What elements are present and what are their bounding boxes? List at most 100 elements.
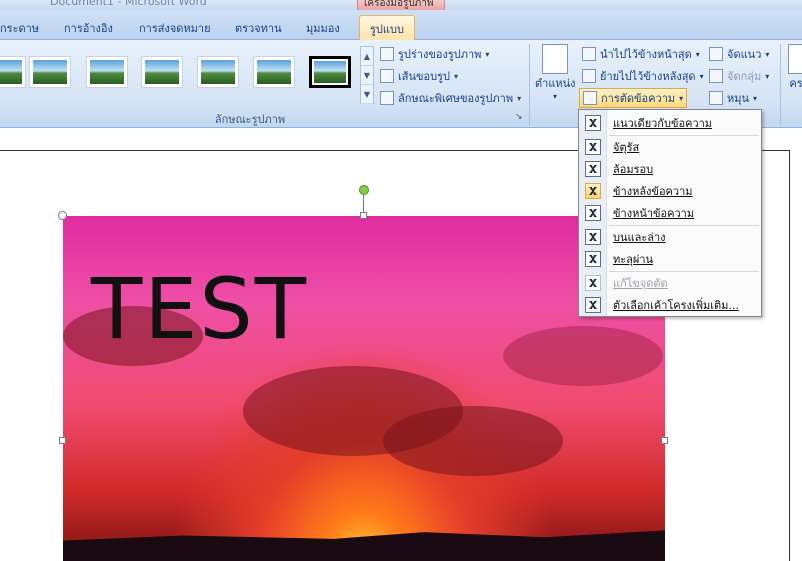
picture-effects-button[interactable]: ลักษณะพิเศษของรูปภาพ ▾ [380,88,521,108]
picture-style-thumb[interactable] [0,56,26,88]
menu-item-more-layout-options[interactable]: ตัวเลือกเค้าโครงเพิ่มเติม... [579,295,761,315]
chevron-down-icon: ▾ [679,93,684,103]
wrap-front-icon [585,205,601,221]
resize-handle-right[interactable] [661,437,668,444]
menu-separator [609,271,759,272]
scroll-up-icon[interactable]: ▲ [361,47,373,66]
image-text: TEST [91,260,309,358]
edit-wrap-points-icon [585,275,601,291]
picture-style-thumb[interactable] [141,56,183,88]
wrap-behind-icon [585,183,601,199]
picture-style-thumb[interactable] [253,56,295,88]
menu-item-edit-wrap-points[interactable]: แก้ไขจุดตัด [579,273,761,293]
picture-style-thumb-selected[interactable] [309,56,351,88]
chevron-down-icon: ▾ [699,71,704,81]
group-separator [529,44,530,126]
chevron-down-icon: ▾ [454,71,459,81]
picture-shape-button[interactable]: รูปร่างของรูปภาพ ▾ [380,44,489,64]
menu-item-label: ข้างหลังข้อความ [613,185,693,198]
picture-style-thumb[interactable] [29,56,71,88]
menu-item-square[interactable]: จัตุรัส [579,137,761,157]
send-to-back-icon [582,69,596,83]
title-bar: Document1 - Microsoft Word เครื่องมือรูป… [0,0,802,10]
picture-style-thumb[interactable] [86,56,128,88]
tab-mailings[interactable]: การส่งจดหมาย [139,19,211,37]
picture-effects-icon [380,91,394,105]
group-button[interactable]: จัดกลุ่ม ▾ [709,66,769,86]
document-image[interactable]: TEST [63,216,665,561]
menu-item-in-line-with-text[interactable]: แนวเดียวกับข้อความ [579,113,761,133]
tab-page-layout[interactable]: กระดาษ [0,19,39,37]
wrap-square-icon [585,139,601,155]
send-to-back-button[interactable]: ย้ายไปไว้ข้างหลังสุด ▾ [582,66,704,86]
picture-style-thumb[interactable] [197,56,239,88]
chevron-down-icon: ▾ [753,93,758,103]
position-icon [542,44,568,74]
crop-button-partial[interactable]: คร [786,44,802,92]
ribbon-tab-bar: กระดาษ การอ้างอิง การส่งจดหมาย ตรวจทาน ม… [0,10,802,41]
menu-item-label: ทะลุผ่าน [613,253,654,266]
rotate-button[interactable]: หมุน ▾ [709,88,757,108]
align-button[interactable]: จัดแนว ▾ [709,44,769,64]
wrap-tight-icon [585,161,601,177]
menu-item-top-and-bottom[interactable]: บนและล่าง [579,227,761,247]
align-icon [709,47,723,61]
window-title: Document1 - Microsoft Word [50,0,207,8]
tab-review[interactable]: ตรวจทาน [235,19,282,37]
layout-options-icon [585,297,601,313]
menu-item-tight[interactable]: ล้อมรอบ [579,159,761,179]
rotation-handle[interactable] [359,185,369,195]
context-tab-label: เครื่องมือรูปภาพ [364,0,434,9]
menu-item-behind-text[interactable]: ข้างหลังข้อความ [579,181,761,201]
crop-icon [788,44,802,74]
gallery-scroller[interactable]: ▲ ▼ ▼ [360,46,374,104]
tab-references[interactable]: การอ้างอิง [64,19,113,37]
gallery-more-icon[interactable]: ▼ [361,85,373,104]
picture-border-label: เส้นขอบรูป [398,70,450,83]
resize-handle-left[interactable] [59,437,66,444]
position-button[interactable]: ตำแหน่ง ▾ [535,44,576,101]
group-separator [780,44,781,126]
menu-item-label: ตัวเลือกเค้าโครงเพิ่มเติม... [613,299,739,312]
picture-tools-context-tab: เครื่องมือรูปภาพ [357,0,445,10]
menu-item-label: แก้ไขจุดตัด [613,277,668,290]
chevron-down-icon: ▾ [485,49,490,59]
menu-item-through[interactable]: ทะลุผ่าน [579,249,761,269]
scroll-down-icon[interactable]: ▼ [361,66,373,85]
tab-format[interactable]: รูปแบบ [359,15,415,41]
tab-view[interactable]: มุมมอง [306,19,340,37]
text-wrapping-icon [583,91,597,105]
menu-item-label: แนวเดียวกับข้อความ [613,117,713,130]
dialog-launcher-icon[interactable]: ↘ [515,112,523,122]
wrap-through-icon [585,251,601,267]
page-right-edge [789,150,790,561]
menu-item-in-front-of-text[interactable]: ข้างหน้าข้อความ [579,203,761,223]
resize-handle-top-left[interactable] [58,211,67,220]
bring-to-front-button[interactable]: นำไปไว้ข้างหน้าสุด ▾ [582,44,700,64]
picture-border-button[interactable]: เส้นขอบรูป ▾ [380,66,458,86]
picture-effects-label: ลักษณะพิเศษของรูปภาพ [398,92,514,105]
chevron-down-icon: ▾ [765,71,770,81]
menu-separator [609,135,759,136]
resize-handle-top[interactable] [360,212,367,219]
text-wrapping-button[interactable]: การตัดข้อความ ▾ [579,88,688,108]
chevron-down-icon: ▾ [695,49,700,59]
group-label: จัดกลุ่ม [727,70,762,83]
menu-item-label: จัตุรัส [613,141,640,154]
picture-border-icon [380,69,394,83]
send-to-back-label: ย้ายไปไว้ข้างหลังสุด [600,70,696,83]
align-label: จัดแนว [727,48,762,61]
rotate-label: หมุน [727,92,750,105]
menu-item-label: ข้างหน้าข้อความ [613,207,695,220]
bring-to-front-label: นำไปไว้ข้างหน้าสุด [600,48,692,61]
chevron-down-icon: ▾ [765,49,770,59]
menu-item-label: บนและล่าง [613,231,666,244]
position-label: ตำแหน่ง [535,77,576,90]
chevron-down-icon: ▾ [517,93,522,103]
picture-shape-icon [380,47,394,61]
rotate-icon [709,91,723,105]
wrap-top-bottom-icon [585,229,601,245]
picture-shape-label: รูปร่างของรูปภาพ [398,48,482,61]
picture-styles-group-label: ลักษณะรูปภาพ [214,113,286,126]
wrap-inline-icon [585,115,601,131]
